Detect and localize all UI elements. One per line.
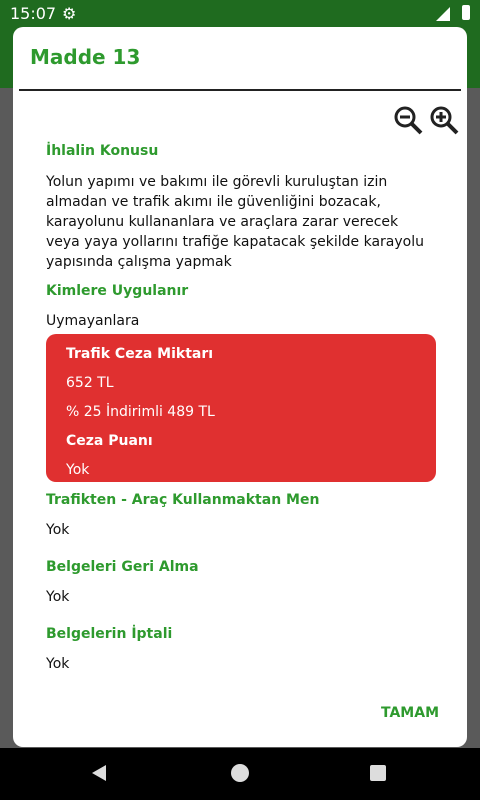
zoom-out-icon[interactable] — [393, 105, 423, 135]
violation-text: Yolun yapımı ve bakımı ile görevli kurul… — [46, 174, 424, 270]
nav-home-icon[interactable] — [231, 764, 249, 782]
applies-value: Uymayanlara — [46, 313, 140, 329]
article-dialog: Madde 13 İhlalin Konusu Yolun yapımı ve … — [13, 27, 467, 747]
penalty-box: Trafik Ceza Miktarı 652 TL % 25 İndiriml… — [46, 334, 436, 482]
status-bar: 15:07 ⚙ — [0, 0, 480, 26]
points-value: Yok — [66, 462, 90, 478]
points-label: Ceza Puanı — [66, 433, 153, 449]
signal-icon — [436, 6, 450, 25]
violation-heading: İhlalin Konusu — [46, 143, 159, 159]
battery-icon — [462, 5, 470, 20]
zoom-in-icon[interactable] — [429, 105, 459, 135]
ban-value: Yok — [46, 522, 70, 538]
nav-back-icon[interactable] — [92, 765, 106, 781]
navigation-bar — [0, 748, 480, 800]
fine-discounted: % 25 İndirimli 489 TL — [66, 404, 215, 420]
reclaim-value: Yok — [46, 589, 70, 605]
nav-recents-icon[interactable] — [370, 765, 386, 781]
applies-heading: Kimlere Uygulanır — [46, 283, 189, 299]
settings-icon: ⚙ — [62, 4, 77, 23]
dialog-title: Madde 13 — [30, 45, 141, 69]
cancel-value: Yok — [46, 656, 70, 672]
fine-label: Trafik Ceza Miktarı — [66, 346, 214, 362]
ok-button[interactable]: TAMAM — [381, 705, 439, 721]
fine-amount: 652 TL — [66, 375, 114, 391]
title-divider — [19, 89, 461, 91]
cancel-heading: Belgelerin İptali — [46, 626, 173, 642]
reclaim-heading: Belgeleri Geri Alma — [46, 559, 199, 575]
status-time: 15:07 — [10, 4, 57, 23]
ban-heading: Trafikten - Araç Kullanmaktan Men — [46, 492, 320, 508]
